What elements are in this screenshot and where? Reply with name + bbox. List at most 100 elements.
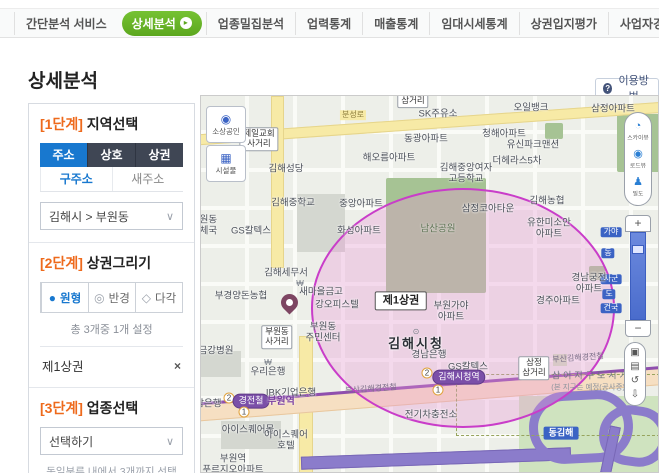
subtab[interactable]: 새주소 <box>112 167 184 191</box>
address-tabs: 주소상호상권 <box>40 143 183 167</box>
map-label: 1 <box>239 407 250 418</box>
layer-buttons: ◉ 소상공인 ▦ 시설물 <box>206 106 246 184</box>
map-label: 부원역 <box>267 396 295 408</box>
map-label: 김해농협 <box>530 195 565 206</box>
map-label: 경주아파트 <box>536 295 580 306</box>
map-label: 청해아파트 <box>482 128 526 139</box>
map-tools: ▣▤↺⇩ <box>624 342 646 406</box>
step2-title: [2단계] 상권그리기 <box>40 253 183 273</box>
map[interactable]: 삼거리분성로제일교회 사거리SK주유소오일뱅크삼정아파트동광아파트청해아파트유신… <box>200 95 659 473</box>
map-label: 유신파크맨션 <box>507 139 559 150</box>
map-label: 부원동 사거리 <box>261 325 292 349</box>
shape-button[interactable]: ● 원형 <box>41 283 88 312</box>
road <box>271 96 284 268</box>
fullscreen-icon[interactable]: ▣ <box>625 346 645 360</box>
map-label: 삼거리 <box>397 95 428 108</box>
category-select-value: 선택하기 <box>49 433 93 450</box>
shape-buttons: ● 원형 ◎ 반경 ◇ 다각 <box>40 282 183 313</box>
shape-button[interactable]: ◎ 반경 <box>88 283 135 312</box>
analysis-panel: [1단계] 지역선택 주소상호상권 구주소새주소 김해시 > 부원동 ∨ [2단… <box>28 103 195 473</box>
map-control-button[interactable]: ♟ 밀도 <box>625 173 651 201</box>
nav-item[interactable]: 간단분석 서비스 <box>14 12 118 35</box>
tab[interactable]: 상권 <box>135 143 183 167</box>
map-label: 부경양돈농협 <box>215 290 267 301</box>
chevron-down-icon: ∨ <box>166 435 174 448</box>
map-label: 분성로 <box>340 110 366 120</box>
map-label: 삼정코아타운 <box>462 203 514 214</box>
nav-item[interactable]: 업력통계 <box>295 12 362 35</box>
zoom-out-button[interactable]: − <box>625 320 651 337</box>
step2-tag: [2단계] <box>40 255 83 271</box>
nav-item[interactable]: 사업자경영평가 <box>608 12 659 35</box>
map-label: 가야 <box>601 227 622 237</box>
map-label: 삼정아파트 <box>591 103 635 114</box>
subtab[interactable]: 구주소 <box>40 167 112 191</box>
nav-item[interactable]: 상권입지평가 <box>519 12 608 35</box>
refresh-icon[interactable]: ↺ <box>625 374 645 388</box>
circle-shape-icon: ● <box>49 291 56 305</box>
download-icon[interactable]: ⇩ <box>625 388 645 402</box>
map-label: 강오피스텔 <box>315 299 359 310</box>
region-select[interactable]: 김해시 > 부원동 ∨ <box>40 202 183 230</box>
small-business-layer-icon: ◉ <box>221 113 231 126</box>
tab[interactable]: 상호 <box>87 143 135 167</box>
area-count-note: 총 3개중 1개 설정 <box>40 321 183 337</box>
roadview-icon: ◉ <box>633 148 643 160</box>
map-label: 부원동 우체국 <box>200 215 217 238</box>
zoom-slider-handle[interactable] <box>632 245 644 254</box>
tab[interactable]: 주소 <box>40 143 87 167</box>
map-label: 김해중앙여자 고등학교 <box>440 163 492 186</box>
chevron-down-icon: ∨ <box>166 210 174 223</box>
park-area <box>545 123 563 139</box>
map-label: 동김해 <box>544 427 579 440</box>
step1-title: [1단계] 지역선택 <box>40 114 183 134</box>
map-label: 삼정 삼거리 <box>518 356 549 380</box>
center-pin-marker[interactable] <box>277 290 301 314</box>
area-row: 제1상권 × <box>40 346 183 375</box>
category-select[interactable]: 선택하기 ∨ <box>40 427 183 455</box>
map-label: 건국 <box>601 303 622 313</box>
map-label: 해오름아파트 <box>363 152 415 163</box>
category-note: 동일분류 내에서 3개까지 선택 가능 <box>40 464 183 473</box>
layer-toggle-button[interactable]: ◉ 소상공인 <box>206 106 246 143</box>
step3-tag: [3단계] <box>40 400 83 416</box>
map-label: 더헤라스5차 <box>493 155 542 166</box>
close-icon[interactable]: × <box>174 359 181 373</box>
layer-toggle-button[interactable]: ▦ 시설물 <box>206 145 246 182</box>
map-label: 동 <box>601 248 614 258</box>
page-title: 상세분석 <box>28 66 98 93</box>
map-label: 경전철 <box>233 394 270 409</box>
map-label: 우리은행 <box>251 366 286 377</box>
question-icon: ? <box>603 83 612 94</box>
nav-item[interactable]: 매출통계 <box>362 12 429 35</box>
nav-item[interactable]: 임대시세통계 <box>429 12 518 35</box>
area-name: 제1상권 <box>42 356 83 375</box>
map-label: 경남궁전 아파트 <box>572 273 607 296</box>
nav-item[interactable]: 업종밀집분석 <box>206 12 295 35</box>
zoom-slider[interactable] <box>630 232 646 320</box>
map-control-button[interactable]: ◔ 스카이뷰 <box>625 117 651 145</box>
map-view-controls: ◔ 스카이뷰 ◉ 로드뷰 ♟ 밀도 <box>624 112 652 206</box>
page: 간단분석 서비스 상세분석 ▸ 업종밀집분석 업력통계 매출통계 임대시세통계 … <box>0 0 659 473</box>
shape-button[interactable]: ◇ 다각 <box>135 283 182 312</box>
map-label: 아이스퀘어 호텔 <box>264 430 308 453</box>
skyview-icon: ◔ <box>635 120 642 132</box>
region-select-value: 김해시 > 부원동 <box>49 208 129 225</box>
step1-tag: [1단계] <box>40 116 83 132</box>
area-list: 제1상권 × <box>40 346 183 375</box>
map-label: 동광아파트 <box>404 133 448 144</box>
map-control-button[interactable]: ◉ 로드뷰 <box>625 145 651 173</box>
step1-section: [1단계] 지역선택 주소상호상권 구주소새주소 김해시 > 부원동 ∨ <box>29 104 194 243</box>
measure-icon[interactable]: ▤ <box>625 360 645 374</box>
zoom-in-button[interactable]: + <box>625 215 651 232</box>
map-label: 부원동 주민센터 <box>306 322 341 345</box>
map-label: 전기차충전소 <box>405 409 457 420</box>
step3-title: [3단계] 업종선택 <box>40 398 183 418</box>
nav-item[interactable]: 상세분석 ▸ <box>122 11 202 36</box>
map-label: GS칼텍스 <box>231 225 271 236</box>
map-label: 오일뱅크 <box>514 102 549 113</box>
radius-shape-icon: ◎ <box>94 291 104 305</box>
map-label: 2 <box>422 368 433 379</box>
map-label: 김해중학교 <box>271 197 315 208</box>
map-label: 김해시청역 <box>432 370 485 385</box>
